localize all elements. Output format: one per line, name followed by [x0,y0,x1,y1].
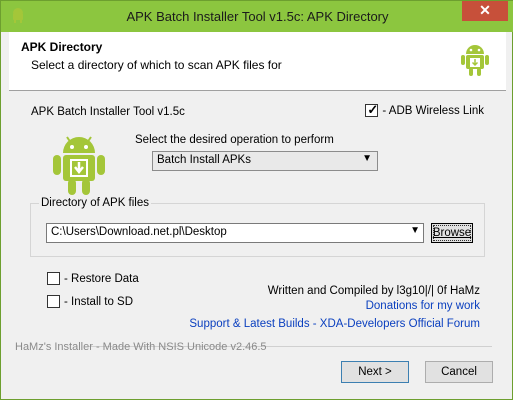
install-to-sd-label: - Install to SD [64,295,134,308]
page-header: APK Directory Select a directory of whic… [9,32,506,91]
operation-selected-value: Batch Install APKs [157,154,251,166]
browse-button[interactable]: Browse [431,223,473,243]
support-link[interactable]: Support & Latest Builds - XDA-Developers… [189,318,480,330]
page-subtitle: Select a directory of which to scan APK … [31,58,282,72]
tool-name: APK Batch Installer Tool v1.5c [31,106,185,118]
close-button[interactable]: ✕ [462,1,508,21]
checkbox-icon[interactable] [47,295,60,308]
credit-text: Written and Compiled by l3g10|/| 0f HaMz [267,285,480,297]
installer-window: APK Batch Installer Tool v1.5c: APK Dire… [0,0,513,400]
close-icon: ✕ [479,2,491,18]
restore-data-checkbox[interactable]: - Restore Data [47,272,139,285]
adb-wireless-checkbox[interactable]: - ADB Wireless Link [365,102,484,118]
checkbox-icon[interactable] [47,272,60,285]
page-title: APK Directory [21,40,103,54]
cancel-button[interactable]: Cancel [425,361,493,383]
adb-wireless-label: - ADB Wireless Link [382,104,484,117]
directory-group-title: Directory of APK files [39,197,152,209]
directory-value: C:\Users\Download.net.pl\Desktop [51,226,227,238]
chevron-down-icon[interactable]: ▼ [410,225,420,236]
checkbox-icon[interactable] [365,102,379,118]
operation-label: Select the desired operation to perform [135,134,334,146]
android-download-icon [53,136,105,195]
install-to-sd-checkbox[interactable]: - Install to SD [47,295,133,308]
next-button[interactable]: Next > [341,361,409,383]
main-panel: APK Batch Installer Tool v1.5c - ADB Wir… [9,91,506,391]
directory-group: Directory of APK files C:\Users\Download… [30,197,485,257]
android-icon [461,45,489,76]
operation-select[interactable]: Batch Install APKs ▼ [152,151,378,171]
chevron-down-icon: ▼ [362,153,372,164]
window-title: APK Batch Installer Tool v1.5c: APK Dire… [126,9,389,24]
branding-text: HaMz's Installer - Made With NSIS Unicod… [15,341,267,353]
restore-data-label: - Restore Data [64,272,139,285]
directory-input[interactable]: C:\Users\Download.net.pl\Desktop ▼ [46,223,424,243]
donations-link[interactable]: Donations for my work [366,300,480,312]
title-bar[interactable]: APK Batch Installer Tool v1.5c: APK Dire… [1,1,513,32]
